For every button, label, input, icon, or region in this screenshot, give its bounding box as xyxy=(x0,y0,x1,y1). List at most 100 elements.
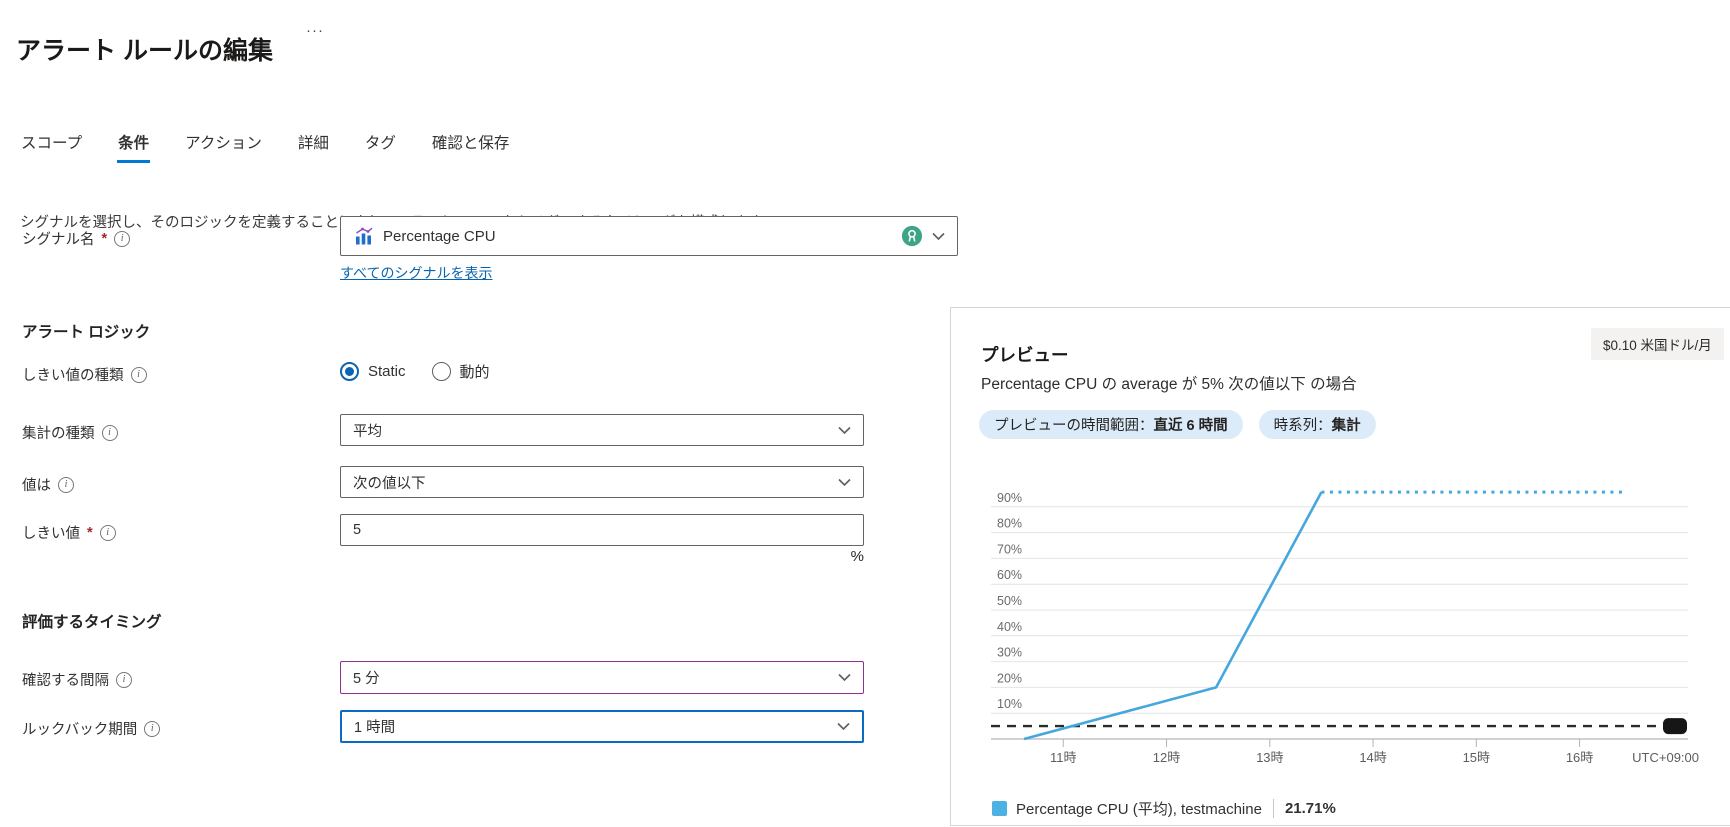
operator-label-row: 値は xyxy=(22,474,74,495)
preview-panel: プレビュー $0.10 米国ドル/月 Percentage CPU の aver… xyxy=(950,307,1730,826)
svg-text:13時: 13時 xyxy=(1256,750,1283,765)
aggregation-value: 平均 xyxy=(353,420,382,441)
alert-logic-heading: アラート ロジック xyxy=(22,320,150,342)
threshold-label-row: しきい値 * xyxy=(22,522,116,543)
edit-alert-rule-page: アラート ルールの編集 ··· スコープ 条件 アクション 詳細 タグ 確認と保… xyxy=(0,0,1730,827)
operator-value: 次の値以下 xyxy=(353,472,426,493)
radio-dot xyxy=(432,362,451,381)
tab-label: タグ xyxy=(365,135,396,152)
threshold-type-label: しきい値の種類 xyxy=(22,364,124,385)
tab-label: アクション xyxy=(185,135,262,152)
tab-tags[interactable]: タグ xyxy=(364,131,397,163)
aggregation-select[interactable]: 平均 xyxy=(340,414,864,446)
aggregation-label: 集計の種類 xyxy=(22,422,95,443)
show-all-signals-link[interactable]: すべてのシグナルを表示 xyxy=(340,263,492,283)
tab-label: 確認と保存 xyxy=(432,135,510,152)
tab-scope[interactable]: スコープ xyxy=(20,131,83,163)
frequency-label-row: 確認する間隔 xyxy=(22,669,132,690)
condition-summary-text: Percentage CPU の average が 5% 次の値以下 の場合 xyxy=(981,372,1357,394)
info-icon[interactable] xyxy=(144,721,160,737)
tab-details[interactable]: 詳細 xyxy=(297,131,330,163)
preview-pills: プレビューの時間範囲：直近 6 時間 時系列：集計 xyxy=(979,410,1376,439)
info-icon[interactable] xyxy=(100,525,116,541)
legend-series-name: Percentage CPU (平均), testmachine xyxy=(1016,798,1262,819)
radio-static-label: Static xyxy=(368,363,406,380)
legend-item[interactable]: Percentage CPU (平均), testmachine 21.71% xyxy=(992,798,1336,819)
legend-swatch xyxy=(992,801,1007,816)
tab-label: スコープ xyxy=(21,135,82,152)
time-range-pill-label: プレビューの時間範囲： xyxy=(994,414,1154,435)
tab-bar: スコープ 条件 アクション 詳細 タグ 確認と保存 xyxy=(20,131,510,163)
tab-condition[interactable]: 条件 xyxy=(117,131,150,163)
time-range-pill: プレビューの時間範囲：直近 6 時間 xyxy=(979,410,1243,439)
lookback-select[interactable]: 1 時間 xyxy=(340,710,864,743)
more-menu-button[interactable]: ··· xyxy=(306,22,324,39)
price-badge: $0.10 米国ドル/月 xyxy=(1591,328,1724,360)
lookback-value: 1 時間 xyxy=(354,716,395,737)
radio-dynamic-label: 動的 xyxy=(460,361,490,382)
operator-select[interactable]: 次の値以下 xyxy=(340,466,864,498)
info-icon[interactable] xyxy=(116,672,132,688)
required-asterisk: * xyxy=(87,525,93,541)
time-series-pill-label: 時系列： xyxy=(1274,414,1332,435)
tab-review-save[interactable]: 確認と保存 xyxy=(431,131,511,163)
metric-chart-icon xyxy=(353,226,374,247)
threshold-value-input[interactable] xyxy=(340,514,864,546)
threshold-type-radio-group: Static 動的 xyxy=(340,361,490,382)
svg-text:10%: 10% xyxy=(997,697,1022,711)
info-icon[interactable] xyxy=(131,367,147,383)
threshold-unit-label: % xyxy=(340,548,864,565)
tab-actions[interactable]: アクション xyxy=(184,131,263,163)
required-asterisk: * xyxy=(102,231,108,247)
legend-divider xyxy=(1273,799,1274,818)
chevron-down-icon xyxy=(838,478,851,487)
signal-combobox-value: Percentage CPU xyxy=(383,228,496,245)
lookback-label: ルックバック期間 xyxy=(22,718,137,739)
chevron-down-icon xyxy=(838,673,851,682)
chevron-down-icon xyxy=(932,232,945,241)
svg-text:90%: 90% xyxy=(997,491,1022,505)
info-icon[interactable] xyxy=(114,231,130,247)
svg-text:50%: 50% xyxy=(997,594,1022,608)
time-series-pill: 時系列：集計 xyxy=(1259,410,1376,439)
radio-dot xyxy=(340,362,359,381)
tab-label: 条件 xyxy=(118,135,149,152)
svg-text:70%: 70% xyxy=(997,542,1022,556)
svg-text:11時: 11時 xyxy=(1050,750,1077,765)
frequency-value: 5 分 xyxy=(353,667,380,688)
info-icon[interactable] xyxy=(58,477,74,493)
svg-text:30%: 30% xyxy=(997,646,1022,660)
tab-label: 詳細 xyxy=(298,135,329,152)
legend-series-value: 21.71% xyxy=(1285,800,1336,817)
threshold-type-label-row: しきい値の種類 xyxy=(22,364,147,385)
signal-name-label: シグナル名 xyxy=(22,228,95,249)
svg-text:UTC+09:00: UTC+09:00 xyxy=(1632,750,1699,765)
svg-text:60%: 60% xyxy=(997,568,1022,582)
metric-preview-chart: 10% 20% 30% 40% 50% 60% 70% 80% 90% 11時 12時 13時 14時 1… xyxy=(951,441,1730,776)
svg-text:16時: 16時 xyxy=(1566,750,1593,765)
info-icon[interactable] xyxy=(102,425,118,441)
svg-text:12時: 12時 xyxy=(1153,750,1180,765)
threshold-label: しきい値 xyxy=(22,522,80,543)
radio-dynamic[interactable]: 動的 xyxy=(432,361,490,382)
frequency-label: 確認する間隔 xyxy=(22,669,109,690)
threshold-drag-handle[interactable] xyxy=(1663,718,1687,734)
lookback-label-row: ルックバック期間 xyxy=(22,718,160,739)
page-title: アラート ルールの編集 xyxy=(16,31,273,67)
signal-name-label-row: シグナル名 * xyxy=(22,228,130,249)
frequency-select[interactable]: 5 分 xyxy=(340,661,864,694)
certified-badge-icon xyxy=(901,225,923,247)
radio-static[interactable]: Static xyxy=(340,362,406,381)
signal-combobox[interactable]: Percentage CPU xyxy=(340,216,958,256)
preview-title: プレビュー xyxy=(981,342,1069,367)
time-range-pill-value: 直近 6 時間 xyxy=(1154,414,1228,435)
svg-text:40%: 40% xyxy=(997,620,1022,634)
chevron-down-icon xyxy=(837,722,850,731)
svg-text:20%: 20% xyxy=(997,671,1022,685)
time-series-pill-value: 集計 xyxy=(1332,414,1361,435)
svg-text:14時: 14時 xyxy=(1359,750,1386,765)
aggregation-label-row: 集計の種類 xyxy=(22,422,118,443)
svg-text:80%: 80% xyxy=(997,517,1022,531)
operator-label: 値は xyxy=(22,474,51,495)
chevron-down-icon xyxy=(838,426,851,435)
